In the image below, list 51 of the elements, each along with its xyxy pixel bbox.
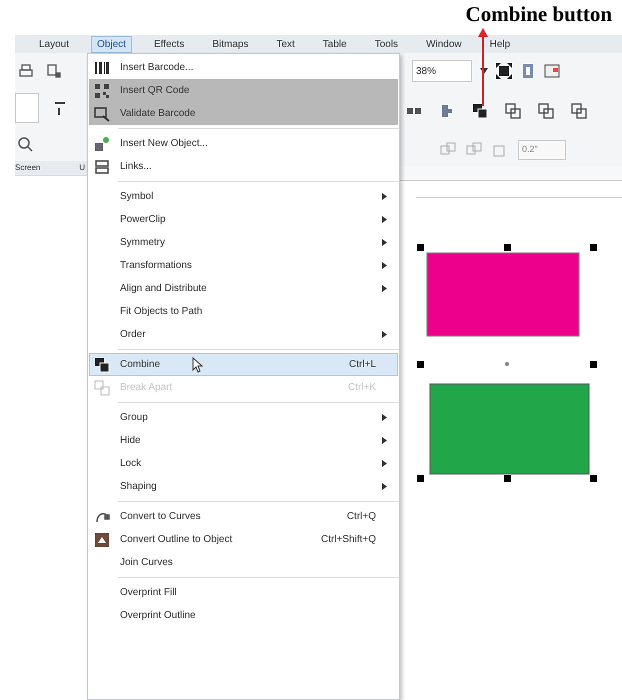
menu-item[interactable]: Join Curves	[89, 551, 398, 574]
menu-bar-item[interactable]: Object	[91, 36, 132, 52]
qr-code-icon	[94, 82, 110, 98]
size-field[interactable]	[15, 93, 39, 123]
menu-item[interactable]: Validate Barcode	[89, 102, 398, 125]
menu-bar-item[interactable]: Effects	[148, 36, 190, 52]
menu-bar-item[interactable]: Layout	[33, 36, 76, 52]
menu-item[interactable]: Links...	[89, 155, 398, 178]
menu-item[interactable]: Transformations	[89, 254, 398, 277]
barcode-icon	[94, 60, 110, 76]
menu-item[interactable]: Overprint Fill	[89, 581, 398, 604]
menu-item[interactable]: Fit Objects to Path	[89, 300, 398, 323]
menu-bar-item[interactable]: Window	[420, 36, 468, 52]
menu-item[interactable]: PowerClip	[89, 208, 398, 231]
screen-icon[interactable]	[544, 63, 560, 79]
menu-item[interactable]: Convert to Curves Ctrl+Q	[89, 505, 398, 528]
menu-item[interactable]: Lock	[89, 452, 398, 475]
menu-bar-item[interactable]: Table	[316, 36, 353, 52]
links-icon	[94, 158, 110, 174]
printer-icon[interactable]	[18, 63, 34, 79]
menu-item[interactable]: Symbol	[89, 185, 398, 208]
docker-tab[interactable]: U	[79, 162, 85, 174]
menu-item[interactable]: Overprint Outline	[89, 604, 398, 627]
menu-item[interactable]: Order	[89, 323, 398, 346]
docker-tab[interactable]: Screen	[15, 162, 40, 174]
zoom-field[interactable]: 38%	[412, 60, 472, 82]
annotation-label: Combine button	[466, 1, 612, 27]
menu-bar-item[interactable]: Tools	[368, 36, 404, 52]
menu-item[interactable]: Group	[89, 406, 398, 429]
combine-icon	[94, 356, 110, 372]
break-apart-icon	[94, 380, 110, 396]
new-object-icon	[94, 136, 110, 152]
menu-item[interactable]: Hide	[89, 429, 398, 452]
menu-bar-item[interactable]: Text	[270, 36, 301, 52]
menu-item[interactable]: Insert Barcode...	[89, 56, 398, 79]
combine-icon[interactable]	[472, 103, 488, 119]
mouse-pointer-icon	[192, 356, 204, 372]
menu-bar-item[interactable]: Bitmaps	[206, 36, 254, 52]
menu-item[interactable]: Shaping	[89, 475, 398, 498]
magnifier-icon	[94, 106, 110, 122]
menu-item[interactable]: Symmetry	[89, 231, 398, 254]
menu-item[interactable]: Align and Distribute	[89, 277, 398, 300]
zoom-tool-icon[interactable]	[17, 136, 33, 152]
dropdown-caret-icon[interactable]	[480, 68, 488, 74]
fullscreen-icon[interactable]	[496, 63, 512, 79]
page-icon[interactable]	[46, 63, 62, 79]
menu-bar-item[interactable]: Help	[484, 36, 516, 52]
menu-item[interactable]: Combine Ctrl+L	[89, 353, 398, 376]
menu-item[interactable]: Insert QR Code	[89, 79, 398, 102]
menu-item[interactable]: Insert New Object...	[89, 132, 398, 155]
menu-item[interactable]: Convert Outline to Object Ctrl+Shift+Q	[89, 528, 398, 551]
